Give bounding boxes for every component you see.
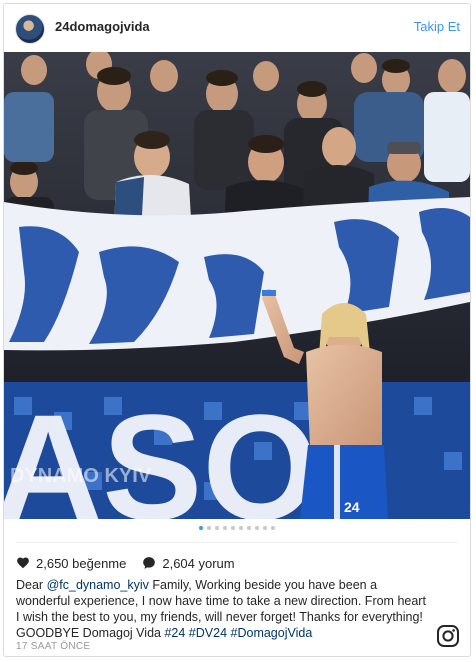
mention-link[interactable]: @fc_dynamo_kyiv: [47, 578, 149, 592]
carousel-dot-5[interactable]: [231, 526, 235, 530]
post-header: 24domagojvida Takip Et: [4, 4, 470, 52]
carousel-dot-7[interactable]: [247, 526, 251, 530]
post-stats: 2,650 beğenme 2,604 yorum: [16, 553, 251, 573]
post-caption: Dear @fc_dynamo_kyiv Family, Working bes…: [16, 577, 426, 641]
carousel-dot-3[interactable]: [215, 526, 219, 530]
comment-icon[interactable]: [142, 556, 156, 570]
post-timestamp: 17 SAAT ÖNCE: [16, 641, 91, 652]
banner-letters: ASO: [4, 383, 319, 519]
comments-count[interactable]: 2,604 yorum: [162, 556, 234, 571]
carousel-dot-9[interactable]: [263, 526, 267, 530]
instagram-post-card: 24domagojvida Takip Et ASO DYNAMO KYIV 2…: [3, 3, 471, 657]
instagram-icon[interactable]: [436, 624, 460, 648]
hashtag-link[interactable]: #DomagojVida: [231, 626, 313, 640]
heart-icon[interactable]: [16, 556, 30, 570]
likes-count[interactable]: 2,650 beğenme: [36, 556, 126, 571]
carousel-indicator: [4, 526, 470, 536]
carousel-dot-4[interactable]: [223, 526, 227, 530]
avatar[interactable]: [15, 14, 45, 44]
carousel-dot-10[interactable]: [271, 526, 275, 530]
hashtag-link[interactable]: #DV24: [189, 626, 227, 640]
divider: [16, 542, 458, 543]
carousel-dot-2[interactable]: [207, 526, 211, 530]
caption-text: Dear: [16, 578, 47, 592]
username[interactable]: 24domagojvida: [55, 19, 150, 34]
hashtag-link[interactable]: #24: [164, 626, 185, 640]
jersey-number: 24: [344, 499, 360, 515]
carousel-dot-8[interactable]: [255, 526, 259, 530]
post-photo-illustration: ASO DYNAMO KYIV 24: [4, 52, 470, 519]
post-photo[interactable]: ASO DYNAMO KYIV 24: [4, 52, 470, 519]
follow-button[interactable]: Takip Et: [414, 19, 460, 34]
carousel-dot-6[interactable]: [239, 526, 243, 530]
carousel-dot-1[interactable]: [199, 526, 203, 530]
banner-watermark: DYNAMO KYIV: [10, 465, 152, 487]
